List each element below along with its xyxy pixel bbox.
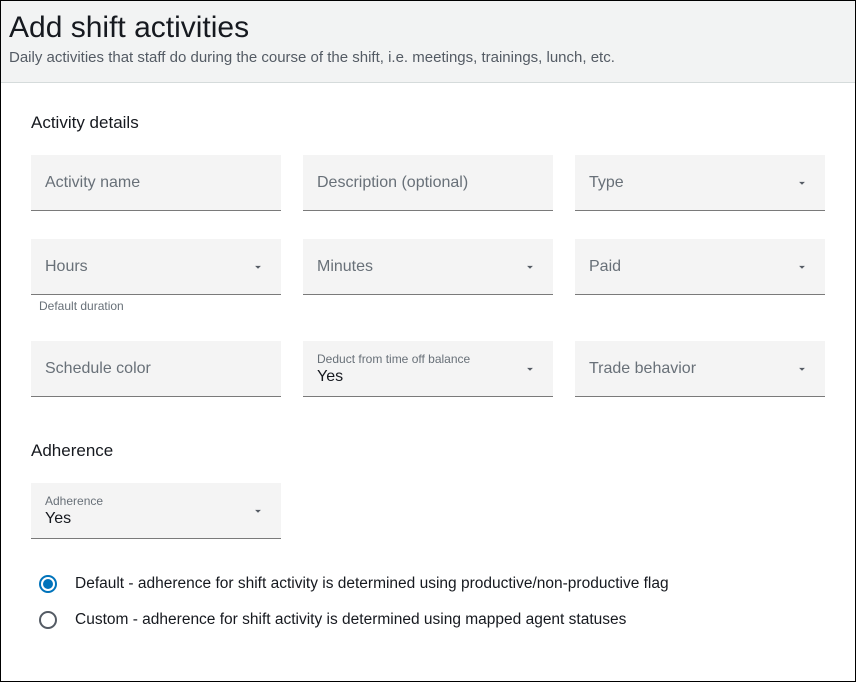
content-area: Activity details Activity name Descripti…	[1, 83, 855, 667]
minutes-field: Minutes	[303, 239, 553, 313]
radio-default-label: Default - adherence for shift activity i…	[75, 575, 669, 593]
radio-default[interactable]: Default - adherence for shift activity i…	[39, 575, 825, 593]
type-select[interactable]: Type	[575, 155, 825, 211]
paid-placeholder: Paid	[589, 258, 621, 276]
adherence-field: Adherence Yes	[31, 483, 281, 539]
activity-name-input[interactable]: Activity name	[31, 155, 281, 211]
adherence-field-row: Adherence Yes	[31, 483, 825, 539]
description-placeholder: Description (optional)	[317, 174, 468, 192]
hours-select[interactable]: Hours	[31, 239, 281, 295]
adherence-section: Adherence Adherence Yes Default - adhere…	[31, 441, 825, 629]
paid-field: Paid	[575, 239, 825, 313]
deduct-select[interactable]: Deduct from time off balance Yes	[303, 341, 553, 397]
radio-custom[interactable]: Custom - adherence for shift activity is…	[39, 611, 825, 629]
chevron-down-icon	[251, 504, 265, 518]
chevron-down-icon	[795, 362, 809, 376]
radio-custom-label: Custom - adherence for shift activity is…	[75, 611, 626, 629]
adherence-label: Adherence	[45, 494, 103, 508]
paid-select[interactable]: Paid	[575, 239, 825, 295]
hours-field: Hours Default duration	[31, 239, 281, 313]
activity-name-field: Activity name	[31, 155, 281, 211]
adherence-title: Adherence	[31, 441, 825, 461]
activity-name-placeholder: Activity name	[45, 174, 140, 192]
schedule-color-placeholder: Schedule color	[45, 360, 151, 378]
adherence-select[interactable]: Adherence Yes	[31, 483, 281, 539]
type-field: Type	[575, 155, 825, 211]
deduct-value: Yes	[317, 368, 343, 386]
deduct-field: Deduct from time off balance Yes	[303, 341, 553, 397]
adherence-value: Yes	[45, 510, 71, 528]
radio-icon	[39, 611, 57, 629]
radio-icon	[39, 575, 57, 593]
page-header: Add shift activities Daily activities th…	[1, 1, 855, 83]
adherence-radio-group: Default - adherence for shift activity i…	[31, 575, 825, 629]
schedule-color-field: Schedule color	[31, 341, 281, 397]
chevron-down-icon	[523, 362, 537, 376]
trade-behavior-select[interactable]: Trade behavior	[575, 341, 825, 397]
activity-details-grid: Activity name Description (optional) Typ…	[31, 155, 825, 397]
hours-placeholder: Hours	[45, 258, 88, 276]
duration-helper: Default duration	[31, 295, 281, 313]
trade-behavior-field: Trade behavior	[575, 341, 825, 397]
description-field: Description (optional)	[303, 155, 553, 211]
activity-details-section: Activity details Activity name Descripti…	[31, 113, 825, 397]
description-input[interactable]: Description (optional)	[303, 155, 553, 211]
minutes-select[interactable]: Minutes	[303, 239, 553, 295]
trade-behavior-placeholder: Trade behavior	[589, 360, 696, 378]
schedule-color-input[interactable]: Schedule color	[31, 341, 281, 397]
minutes-placeholder: Minutes	[317, 258, 373, 276]
chevron-down-icon	[523, 260, 537, 274]
chevron-down-icon	[251, 260, 265, 274]
page-title: Add shift activities	[9, 11, 843, 45]
activity-details-title: Activity details	[31, 113, 825, 133]
chevron-down-icon	[795, 260, 809, 274]
type-placeholder: Type	[589, 174, 624, 192]
deduct-label: Deduct from time off balance	[317, 352, 470, 366]
page-subtitle: Daily activities that staff do during th…	[9, 49, 843, 66]
chevron-down-icon	[795, 176, 809, 190]
